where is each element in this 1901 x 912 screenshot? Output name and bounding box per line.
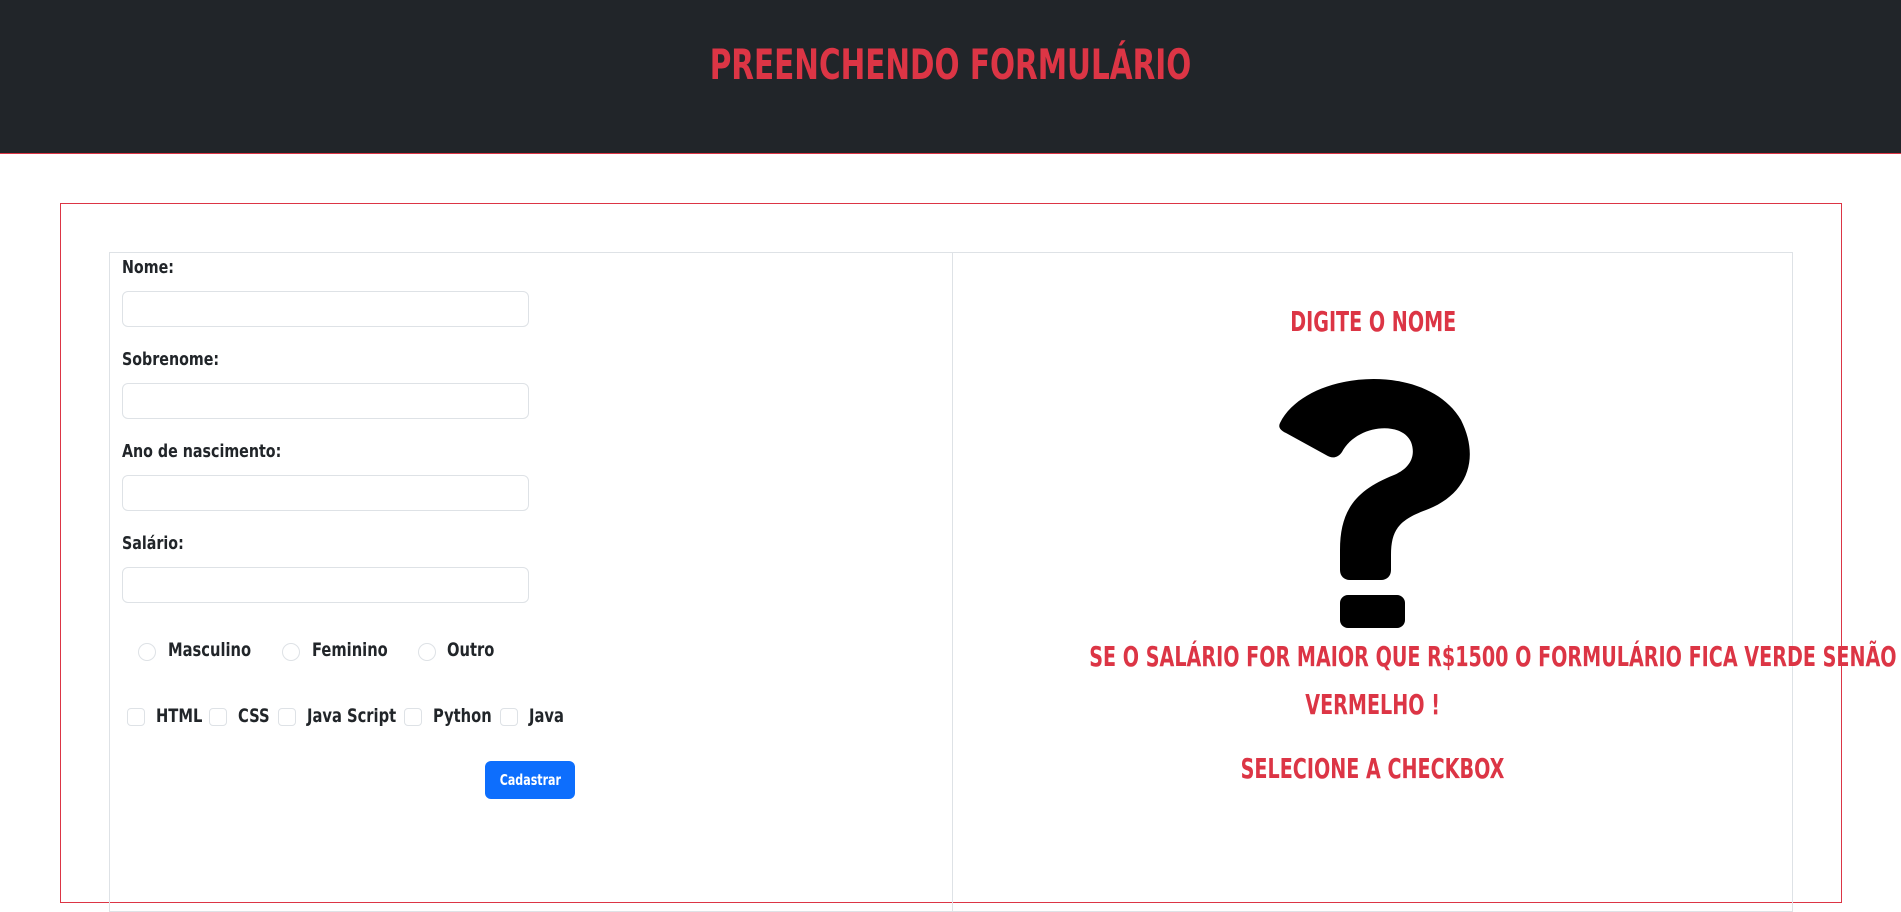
- sobrenome-label: Sobrenome:: [122, 349, 220, 370]
- checkbox-html-label: HTML: [156, 705, 203, 727]
- radio-feminino-label: Feminino: [312, 639, 388, 661]
- checkbox-prompt-text: SELECIONE A CHECKBOX: [1241, 752, 1505, 785]
- checkbox-html[interactable]: [127, 708, 145, 726]
- column-divider: [952, 252, 953, 912]
- radio-outro[interactable]: [418, 643, 436, 661]
- name-prompt: DIGITE O NOME: [953, 305, 1793, 338]
- checkbox-java[interactable]: [500, 708, 518, 726]
- salary-rule-line1-text: SE O SALÁRIO FOR MAIOR QUE R$1500 O FORM…: [1089, 640, 1901, 673]
- nome-label: Nome:: [122, 257, 174, 278]
- page-header: PREENCHENDO FORMULÁRIO: [0, 0, 1901, 154]
- radio-feminino[interactable]: [282, 643, 300, 661]
- radio-masculino[interactable]: [138, 643, 156, 661]
- cadastrar-button[interactable]: Cadastrar: [485, 761, 575, 799]
- nome-input[interactable]: [122, 291, 529, 327]
- ano-nascimento-input[interactable]: [122, 475, 529, 511]
- page-title: PREENCHENDO FORMULÁRIO: [709, 40, 1192, 89]
- checkbox-python-label: Python: [433, 705, 492, 727]
- question-mark-icon: [1279, 378, 1470, 628]
- radio-outro-label: Outro: [447, 639, 495, 661]
- checkbox-prompt: SELECIONE A CHECKBOX: [953, 752, 1793, 785]
- salary-rule-line2-text: VERMELHO !: [1305, 688, 1441, 721]
- sobrenome-input[interactable]: [122, 383, 529, 419]
- checkbox-css-label: CSS: [238, 705, 270, 727]
- salary-rule-line2: VERMELHO !: [953, 688, 1793, 721]
- checkbox-css[interactable]: [209, 708, 227, 726]
- checkbox-java-label: Java: [529, 705, 564, 727]
- checkbox-javascript-label: Java Script: [307, 705, 397, 727]
- cadastrar-button-label: Cadastrar: [499, 771, 561, 789]
- ano-nascimento-label: Ano de nascimento:: [122, 441, 282, 462]
- salario-label: Salário:: [122, 533, 184, 554]
- checkbox-python[interactable]: [404, 708, 422, 726]
- salario-input[interactable]: [122, 567, 529, 603]
- salary-rule-line1: SE O SALÁRIO FOR MAIOR QUE R$1500 O FORM…: [953, 640, 1901, 673]
- radio-masculino-label: Masculino: [168, 639, 252, 661]
- checkbox-javascript[interactable]: [278, 708, 296, 726]
- name-prompt-text: DIGITE O NOME: [1289, 305, 1457, 338]
